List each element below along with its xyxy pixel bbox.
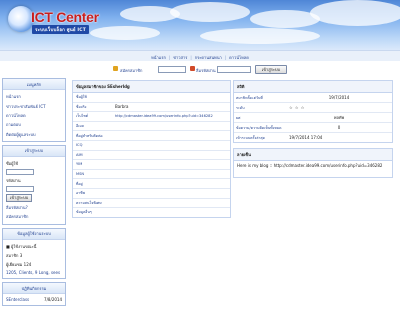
- sidebar-item-faq[interactable]: ถามตอบ: [6, 120, 62, 129]
- stats-row: ข้อความ/ความคิดเห็นทั้งหมด 0: [234, 123, 392, 133]
- stats-row-label: ยศ: [236, 115, 241, 120]
- forgot-password-link[interactable]: ลืมรหัสผ่าน: [196, 67, 216, 74]
- profile-row-label: MSN: [76, 172, 85, 177]
- register-icon[interactable]: [113, 66, 118, 71]
- profile-row: ชื่อจริง Barbra: [73, 103, 230, 113]
- rank-stars: ☆ ☆ ☆: [289, 105, 305, 110]
- sidebar-login-button[interactable]: เข้าสู่ระบบ: [6, 193, 33, 202]
- profile-row: ICQ: [73, 141, 230, 151]
- stats-row: สมาชิกตั้งแต่วันที่ 19/7/2014: [234, 93, 392, 103]
- key-icon: [190, 66, 195, 71]
- stats-row: ระดับ ☆ ☆ ☆: [234, 103, 392, 113]
- profile-row: ที่อยู่: [73, 179, 230, 189]
- stats-row-label: สมาชิกตั้งแต่วันที่: [236, 95, 263, 100]
- password-input[interactable]: [217, 66, 251, 73]
- user-stats-title: ข้อมูลผู้ใช้งานระบบ: [3, 228, 65, 240]
- stats-row-label: เข้าระบบครั้งล่าสุด: [236, 135, 265, 140]
- profile-row-label: ความสนใจพิเศษ: [76, 200, 102, 205]
- profile-row-label: ICQ: [76, 143, 83, 148]
- site-header: ICT Center ระบบเว็บบล็อก ศูนย์ ICT: [0, 0, 400, 50]
- login-toolbar: สมัครสมาชิก ลืมรหัสผ่าน เข้าสู่ระบบ: [0, 61, 400, 76]
- sidebar-password-input[interactable]: [6, 185, 34, 192]
- sidebar-item-contact[interactable]: ติดต่อผู้ดูแลระบบ: [6, 130, 62, 139]
- profile-row-label: AIM: [76, 152, 83, 157]
- stats-row-value: พลทัพ: [333, 115, 345, 120]
- profile-title: ข้อมูลสมาชิกของ SEsherldg: [73, 81, 230, 93]
- stats-row-value: 19/7/2014 17:04: [289, 135, 323, 140]
- profile-row-label: อาชีพ: [76, 191, 85, 196]
- nav-separator: |: [190, 54, 192, 60]
- sidebar-item-download[interactable]: ดาวน์โหลด: [6, 111, 62, 120]
- website-link[interactable]: http://cdmaster.idea99.com/userinfo.php?…: [112, 114, 230, 118]
- stats-box: สถิติ สมาชิกตั้งแต่วันที่ 19/7/2014 ระดั…: [233, 80, 393, 143]
- profile-row: ชื่อผู้ใช้: [73, 93, 230, 103]
- profile-row: อีเมล: [73, 122, 230, 132]
- stats-row-value: 0: [337, 125, 341, 130]
- right-column: สถิติ สมาชิกตั้งแต่วันที่ 19/7/2014 ระดั…: [233, 80, 393, 183]
- main-menu-title: เมนูหลัก: [3, 79, 65, 90]
- nav-item-home[interactable]: หน้าแรก: [151, 54, 166, 61]
- profile-row-label: ที่อยู่สำหรับติดต่อ: [76, 133, 103, 138]
- signature-title: ลายเซ็น: [234, 149, 392, 161]
- online-users-text: ■ ผู้ใช้งานขณะนี้: [6, 243, 37, 249]
- profile-row: AIM: [73, 151, 230, 161]
- left-sidebar: เมนูหลัก หน้าแรก ข่าวประชาสัมพันธ์ ICT ด…: [2, 78, 66, 309]
- stats-row-label: ข้อความ/ความคิดเห็นทั้งหมด: [236, 125, 282, 130]
- site-logo-subtitle: ระบบเว็บบล็อก ศูนย์ ICT: [32, 25, 89, 34]
- online-users-list[interactable]: 1205, Clients, 9 Long, sees: [6, 269, 62, 276]
- stats-row-value: 19/7/2014: [328, 95, 350, 100]
- profile-row: อาชีพ: [73, 189, 230, 199]
- username-label: ชื่อผู้ใช้: [6, 160, 19, 166]
- profile-row-label: เว็บไซต์: [76, 114, 89, 119]
- stats-row: ยศ พลทัพ: [234, 113, 392, 123]
- nav-separator: |: [224, 54, 227, 60]
- register-link[interactable]: สมัครสมาชิก: [120, 67, 142, 74]
- sidebar-username-input[interactable]: [6, 168, 34, 175]
- calendar-panel: ปฏิทินกิจกรรม SEnterclass 7/8/2014: [2, 282, 66, 307]
- profile-info-box: ข้อมูลสมาชิกของ SEsherldg ชื่อผู้ใช้ ชื่…: [72, 80, 231, 218]
- username-input[interactable]: [158, 66, 186, 73]
- sidebar-register-link[interactable]: สมัครสมาชิก: [6, 212, 62, 221]
- stats-title: สถิติ: [234, 81, 392, 93]
- profile-row-label: ชื่อผู้ใช้: [76, 95, 87, 100]
- login-button[interactable]: เข้าสู่ระบบ: [255, 65, 287, 74]
- nav-item-forum[interactable]: กระดานสนทนา: [195, 54, 222, 61]
- login-panel: เข้าสู่ระบบ ชื่อผู้ใช้ รหัสผ่าน เข้าสู่ร…: [2, 144, 66, 225]
- members-count-text: สมาชิก 3: [6, 252, 23, 258]
- sidebar-item-news[interactable]: ข่าวประชาสัมพันธ์ ICT: [6, 101, 62, 110]
- nav-item-news[interactable]: ข่าวสาร: [173, 54, 187, 61]
- profile-row-value: Barbra: [115, 104, 129, 110]
- profile-row: MSN: [73, 170, 230, 180]
- stats-row-label: ระดับ: [236, 105, 245, 110]
- guests-count-text: ผู้เยี่ยมชม 124: [6, 261, 32, 267]
- sidebar-forgot-password-link[interactable]: ลืมรหัสผ่าน?: [6, 203, 62, 212]
- signature-text: Here is my blog :: http://cdmaster.idea9…: [237, 163, 383, 168]
- nav-separator: |: [168, 54, 171, 60]
- stats-row: เข้าระบบครั้งล่าสุด 19/7/2014 17:04: [234, 133, 392, 142]
- nav-item-download[interactable]: ดาวน์โหลด: [229, 54, 249, 61]
- user-stats-panel: ข้อมูลผู้ใช้งานระบบ ■ ผู้ใช้งานขณะนี้ สม…: [2, 227, 66, 279]
- signature-box: ลายเซ็น Here is my blog :: http://cdmast…: [233, 148, 393, 178]
- profile-row: เว็บไซต์ http://cdmaster.idea99.com/user…: [73, 112, 230, 122]
- profile-row-label: ที่อยู่: [76, 181, 83, 186]
- profile-row-label: YIM: [76, 162, 83, 167]
- main-menu-panel: เมนูหลัก หน้าแรก ข่าวประชาสัมพันธ์ ICT ด…: [2, 78, 66, 142]
- profile-row-label: ข้อมูลอื่นๆ: [76, 210, 92, 215]
- login-panel-title: เข้าสู่ระบบ: [3, 145, 65, 157]
- profile-row: ข้อมูลอื่นๆ: [73, 208, 230, 217]
- profile-row-label: ชื่อจริง: [76, 104, 87, 109]
- profile-row-label: อีเมล: [76, 124, 84, 129]
- calendar-title: ปฏิทินกิจกรรม: [3, 283, 65, 294]
- password-label: รหัสผ่าน: [6, 177, 21, 183]
- sidebar-item-home[interactable]: หน้าแรก: [6, 92, 62, 101]
- site-logo-title: ICT Center: [31, 9, 99, 25]
- profile-row: ความสนใจพิเศษ: [73, 199, 230, 209]
- profile-row: ที่อยู่สำหรับติดต่อ: [73, 131, 230, 141]
- profile-row: YIM: [73, 160, 230, 170]
